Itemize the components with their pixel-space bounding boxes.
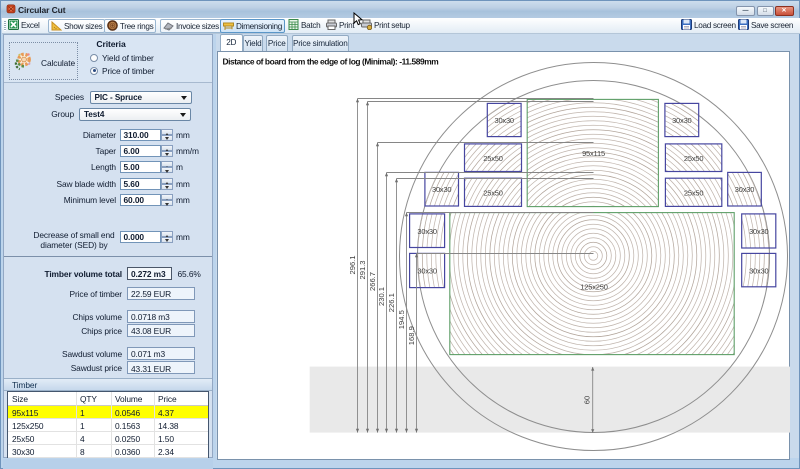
svg-text:226.1: 226.1 bbox=[387, 293, 396, 312]
svg-text:30x30: 30x30 bbox=[417, 266, 436, 275]
svg-text:30x30: 30x30 bbox=[672, 116, 691, 125]
svg-text:60: 60 bbox=[583, 395, 592, 403]
svg-text:30x30: 30x30 bbox=[494, 116, 513, 125]
svg-text:30x30: 30x30 bbox=[749, 226, 768, 235]
svg-text:30x30: 30x30 bbox=[432, 185, 451, 194]
svg-text:25x50: 25x50 bbox=[684, 188, 703, 197]
svg-text:168.9: 168.9 bbox=[407, 326, 416, 345]
svg-text:296.1: 296.1 bbox=[348, 255, 357, 274]
svg-text:25x50: 25x50 bbox=[684, 153, 703, 162]
svg-text:30x30: 30x30 bbox=[749, 266, 768, 275]
svg-text:25x50: 25x50 bbox=[483, 153, 502, 162]
svg-text:30x30: 30x30 bbox=[735, 185, 754, 194]
svg-text:230.1: 230.1 bbox=[377, 286, 386, 305]
svg-text:125x250: 125x250 bbox=[580, 282, 607, 291]
svg-text:Distance of board from the edg: Distance of board from the edge of log (… bbox=[223, 56, 439, 66]
svg-text:95x115: 95x115 bbox=[582, 149, 605, 158]
svg-text:194.5: 194.5 bbox=[397, 310, 406, 329]
svg-text:25x50: 25x50 bbox=[483, 188, 502, 197]
svg-text:30x30: 30x30 bbox=[417, 226, 436, 235]
svg-text:291.3: 291.3 bbox=[358, 260, 367, 279]
svg-text:266.7: 266.7 bbox=[368, 271, 377, 290]
